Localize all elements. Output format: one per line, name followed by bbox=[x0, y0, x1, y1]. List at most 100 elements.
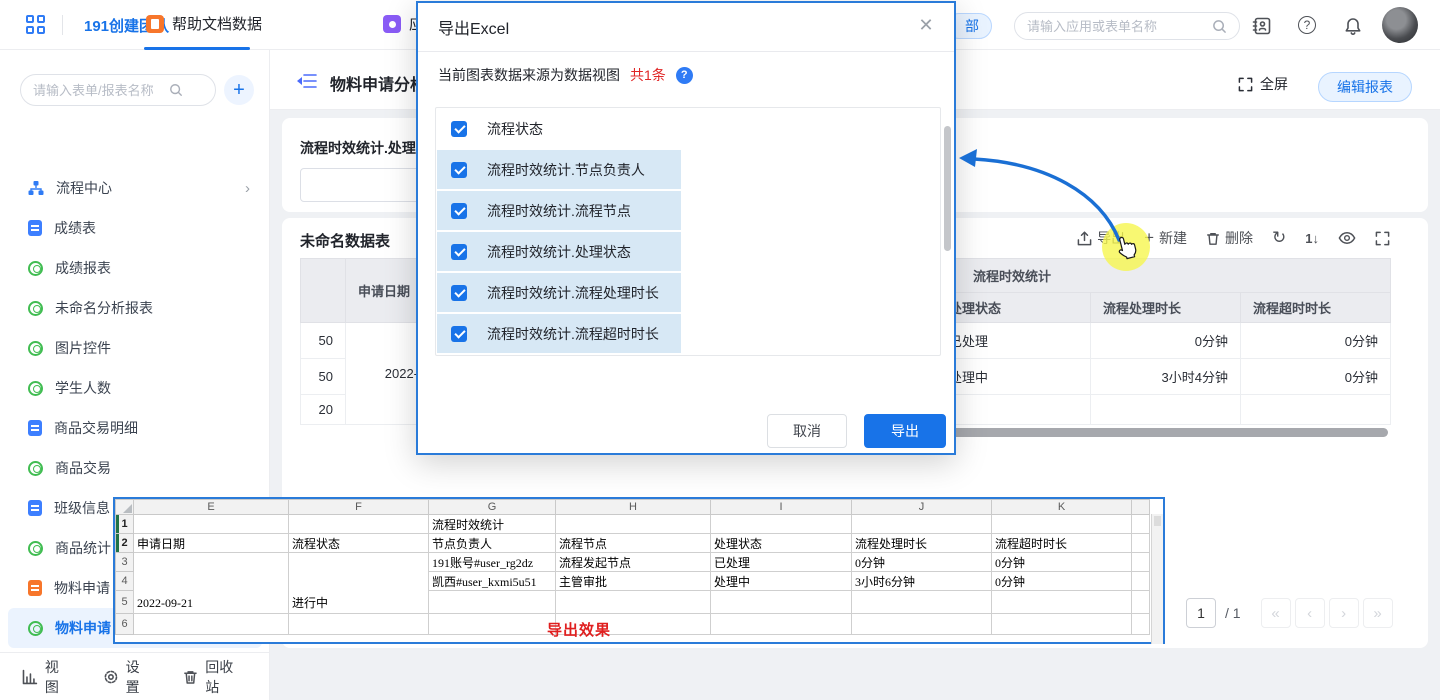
create-button[interactable]: + 新建 bbox=[1144, 228, 1187, 248]
cell[interactable]: 凯西#user_kxmi5u51 bbox=[429, 572, 556, 591]
checkbox-checked[interactable] bbox=[451, 203, 467, 219]
row-header[interactable]: 1 bbox=[116, 515, 134, 534]
cell[interactable]: 处理中 bbox=[711, 572, 852, 591]
col-header[interactable]: I bbox=[711, 500, 852, 515]
delete-button[interactable]: 删除 bbox=[1206, 228, 1253, 248]
row-header[interactable]: 2 bbox=[116, 534, 134, 553]
export-button[interactable]: 导出 bbox=[1077, 228, 1125, 248]
page-input[interactable] bbox=[1186, 598, 1216, 628]
field-row[interactable]: 流程时效统计.流程节点 bbox=[436, 190, 940, 231]
bell-icon[interactable] bbox=[1343, 16, 1363, 36]
col-header-status[interactable]: 处理状态 bbox=[937, 293, 1091, 323]
data-source-text: 当前图表数据来源为数据视图 bbox=[438, 65, 620, 85]
cell[interactable]: 已处理 bbox=[711, 553, 852, 572]
sidebar-item-form[interactable]: 成绩表 bbox=[8, 208, 262, 248]
cell[interactable]: 流程时效统计 bbox=[429, 515, 556, 534]
row-header[interactable]: 6 bbox=[116, 614, 134, 635]
global-search-input[interactable] bbox=[1027, 19, 1204, 34]
add-form-button[interactable]: + bbox=[224, 75, 254, 105]
export-icon bbox=[1077, 231, 1092, 246]
horizontal-scrollbar[interactable] bbox=[950, 428, 1388, 437]
cell[interactable]: 处理状态 bbox=[711, 534, 852, 553]
row-header[interactable]: 4 bbox=[116, 572, 134, 591]
cell[interactable]: 0分钟 bbox=[992, 553, 1132, 572]
refresh-icon[interactable]: ↻ bbox=[1272, 228, 1286, 248]
checkbox-checked[interactable] bbox=[451, 162, 467, 178]
chevron-right-icon: › bbox=[245, 180, 250, 197]
field-row[interactable]: 流程时效统计.流程处理时长 bbox=[436, 272, 940, 313]
checkbox-checked[interactable] bbox=[451, 326, 467, 342]
tab-help-doc-data[interactable]: 帮助文档数据 bbox=[146, 13, 262, 34]
cell[interactable]: 191账号#user_rg2dz bbox=[429, 553, 556, 572]
first-page-button[interactable]: « bbox=[1261, 598, 1291, 628]
table-fullscreen-icon[interactable] bbox=[1375, 231, 1390, 246]
checkbox-checked[interactable] bbox=[451, 244, 467, 260]
field-row[interactable]: 流程时效统计.节点负责人 bbox=[436, 149, 940, 190]
row-header[interactable]: 5 bbox=[116, 591, 134, 614]
cell[interactable]: 0分钟 bbox=[992, 572, 1132, 591]
app-grid-icon[interactable] bbox=[26, 15, 46, 35]
edit-report-button[interactable]: 编辑报表 bbox=[1318, 72, 1412, 102]
last-page-button[interactable]: » bbox=[1363, 598, 1393, 628]
col-header[interactable]: G bbox=[429, 500, 556, 515]
next-page-button[interactable]: › bbox=[1329, 598, 1359, 628]
merged-cell[interactable]: 进行中 bbox=[289, 553, 429, 614]
select-all-corner[interactable] bbox=[116, 500, 134, 515]
cell[interactable]: 流程发起节点 bbox=[556, 553, 711, 572]
field-row[interactable]: 流程时效统计.流程超时时长 bbox=[436, 313, 940, 354]
checkbox-checked[interactable] bbox=[451, 285, 467, 301]
prev-page-button[interactable]: ‹ bbox=[1295, 598, 1325, 628]
sort-icon[interactable]: 1↓ bbox=[1305, 231, 1319, 246]
sidebar-item-report[interactable]: 未命名分析报表 bbox=[8, 288, 262, 328]
excel-vertical-scrollbar[interactable] bbox=[1151, 514, 1163, 644]
merged-cell[interactable]: 2022-09-21 bbox=[134, 553, 289, 614]
field-row[interactable]: 流程时效统计.处理状态 bbox=[436, 231, 940, 272]
export-confirm-button[interactable]: 导出 bbox=[864, 414, 946, 448]
col-header[interactable]: F bbox=[289, 500, 429, 515]
col-header[interactable]: J bbox=[852, 500, 992, 515]
app: 191创建团队 帮助文档数据 应用 部 ? + 流程中心 › bbox=[0, 0, 1440, 700]
sidebar-item-form[interactable]: 商品交易明细 bbox=[8, 408, 262, 448]
field-row[interactable]: 流程状态 bbox=[436, 108, 940, 149]
settings-button[interactable]: 设置 bbox=[103, 657, 154, 697]
eye-icon[interactable] bbox=[1338, 231, 1356, 245]
cell[interactable]: 流程节点 bbox=[556, 534, 711, 553]
col-header[interactable]: E bbox=[134, 500, 289, 515]
user-avatar[interactable] bbox=[1382, 7, 1418, 43]
form-icon bbox=[28, 420, 42, 436]
col-header-overtime[interactable]: 流程超时时长 bbox=[1241, 293, 1391, 323]
cancel-button[interactable]: 取消 bbox=[767, 414, 847, 448]
report-icon bbox=[28, 381, 43, 396]
views-button[interactable]: 视图 bbox=[22, 657, 73, 697]
cell[interactable]: 流程超时时长 bbox=[992, 534, 1132, 553]
fullscreen-button[interactable]: 全屏 bbox=[1238, 74, 1288, 94]
contacts-icon[interactable] bbox=[1252, 16, 1272, 36]
cell[interactable]: 流程状态 bbox=[289, 534, 429, 553]
cell[interactable]: 3小时6分钟 bbox=[852, 572, 992, 591]
checkbox-checked[interactable] bbox=[451, 121, 467, 137]
help-icon[interactable]: ? bbox=[1298, 16, 1316, 34]
datasheet-title: 未命名数据表 bbox=[300, 230, 390, 251]
excel-grid: E F G H I J K 1 流程时效统计 2 申请日期 流程状态 节点负责人 bbox=[115, 499, 1150, 635]
cell[interactable]: 流程处理时长 bbox=[852, 534, 992, 553]
sidebar-item-report[interactable]: 商品交易 bbox=[8, 448, 262, 488]
cell[interactable]: 0分钟 bbox=[852, 553, 992, 572]
cell[interactable]: 申请日期 bbox=[134, 534, 289, 553]
sidebar-item-report[interactable]: 图片控件 bbox=[8, 328, 262, 368]
row-number-header bbox=[301, 259, 346, 323]
sidebar-search-input[interactable] bbox=[33, 83, 163, 98]
row-header[interactable]: 3 bbox=[116, 553, 134, 572]
collapse-sidebar-icon[interactable] bbox=[296, 72, 318, 90]
sidebar-item-process-center[interactable]: 流程中心 › bbox=[8, 168, 262, 208]
list-scrollbar[interactable] bbox=[944, 126, 951, 251]
close-icon[interactable]: ✕ bbox=[914, 15, 938, 36]
recycle-bin-button[interactable]: 回收站 bbox=[183, 657, 247, 697]
help-icon[interactable]: ? bbox=[676, 67, 693, 84]
col-header-process-time[interactable]: 流程处理时长 bbox=[1091, 293, 1241, 323]
cell[interactable]: 节点负责人 bbox=[429, 534, 556, 553]
sidebar-item-report[interactable]: 成绩报表 bbox=[8, 248, 262, 288]
col-header[interactable]: H bbox=[556, 500, 711, 515]
sidebar-item-report[interactable]: 学生人数 bbox=[8, 368, 262, 408]
cell[interactable]: 主管审批 bbox=[556, 572, 711, 591]
col-header[interactable]: K bbox=[992, 500, 1132, 515]
